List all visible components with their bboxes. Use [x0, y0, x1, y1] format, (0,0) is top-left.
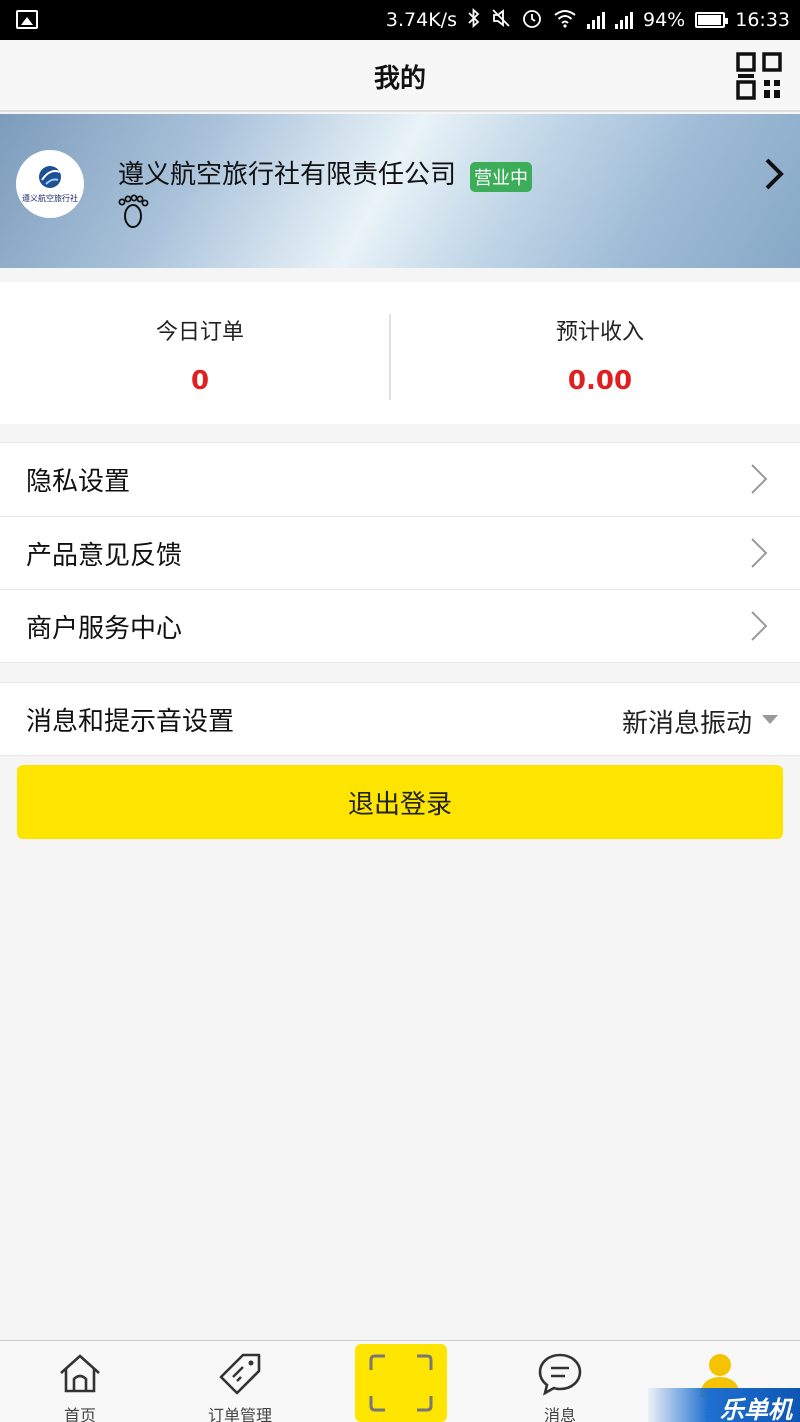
- tab-label: 首页: [63, 1406, 96, 1422]
- chevron-right-icon: [751, 611, 768, 641]
- chevron-right-icon[interactable]: [762, 156, 786, 192]
- bluetooth-icon: [467, 7, 481, 33]
- menu-item-label: 产品意见反馈: [26, 540, 183, 571]
- page-title: 我的: [373, 64, 426, 94]
- tag-icon: [219, 1353, 261, 1395]
- scan-icon: [369, 1354, 433, 1412]
- footprint-icon: [116, 194, 152, 230]
- chevron-right-icon: [751, 538, 768, 568]
- today-orders[interactable]: 今日订单 0: [0, 282, 400, 424]
- settings-menu: 隐私设置 产品意见反馈 商户服务中心: [0, 442, 800, 663]
- caret-down-icon[interactable]: [762, 715, 778, 724]
- battery-icon: [695, 12, 729, 28]
- sound-settings-label: 消息和提示音设置: [26, 706, 235, 737]
- status-badge: 营业中: [470, 162, 532, 192]
- tab-label: 消息: [543, 1406, 576, 1422]
- signal-icon: [615, 11, 633, 29]
- alarm-icon: [521, 7, 543, 34]
- sound-settings-row[interactable]: 消息和提示音设置 新消息振动: [0, 682, 800, 756]
- logo-text: 遵义航空旅行社: [22, 193, 78, 203]
- mute-icon: [491, 8, 511, 33]
- message-icon: [538, 1353, 582, 1396]
- profile-banner[interactable]: 遵义航空旅行社 遵义航空旅行社有限责任公司 营业中: [0, 114, 800, 268]
- network-speed: 3.74K/s: [385, 9, 457, 31]
- menu-item-label: 隐私设置: [26, 467, 131, 497]
- company-name: 遵义航空旅行社有限责任公司: [118, 160, 457, 190]
- today-orders-label: 今日订单: [155, 320, 244, 345]
- status-bar-right: 3.74K/s 94% 16:33: [386, 0, 790, 40]
- stats-divider: [389, 314, 391, 400]
- watermark: 乐单机: [720, 1396, 792, 1422]
- today-orders-value: 0: [190, 366, 210, 396]
- menu-item-label: 商户服务中心: [26, 613, 183, 644]
- chevron-right-icon: [751, 464, 768, 494]
- expected-income-label: 预计收入: [555, 320, 644, 345]
- battery-level: 94%: [643, 9, 686, 31]
- avatar: 遵义航空旅行社: [16, 150, 84, 218]
- signal-icon: [587, 11, 605, 29]
- clock: 16:33: [735, 9, 790, 31]
- tab-home[interactable]: 首页: [0, 1341, 160, 1422]
- scan-button[interactable]: [355, 1344, 447, 1422]
- gallery-icon: [16, 10, 38, 29]
- menu-item-feedback[interactable]: 产品意见反馈: [0, 516, 800, 589]
- qr-code-icon[interactable]: [736, 52, 782, 100]
- tab-orders[interactable]: 订单管理: [160, 1341, 320, 1422]
- stats-panel: 今日订单 0 预计收入 0.00: [0, 282, 800, 424]
- tab-label: 订单管理: [207, 1406, 272, 1422]
- sound-settings-select[interactable]: 新消息振动: [622, 703, 752, 740]
- expected-income[interactable]: 预计收入 0.00: [400, 282, 800, 424]
- wifi-icon: [553, 8, 577, 33]
- menu-item-privacy[interactable]: 隐私设置: [0, 443, 800, 516]
- menu-item-merchant-service[interactable]: 商户服务中心: [0, 589, 800, 662]
- header: 我的: [0, 40, 800, 112]
- expected-income-value: 0.00: [567, 366, 633, 396]
- status-bar: 3.74K/s 94% 16:33: [0, 0, 800, 40]
- home-icon: [60, 1354, 100, 1393]
- logout-button[interactable]: 退出登录: [17, 765, 783, 839]
- tab-messages[interactable]: 消息: [480, 1341, 640, 1422]
